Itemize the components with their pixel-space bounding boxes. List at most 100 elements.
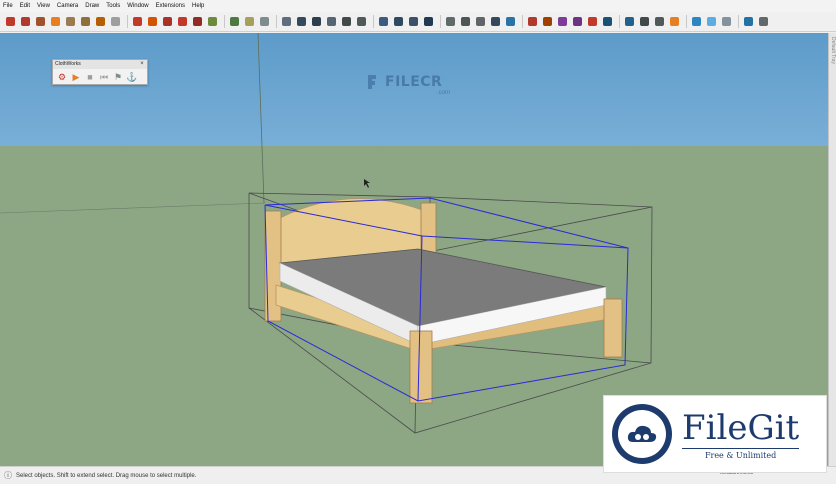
red-axis-line xyxy=(0,202,266,214)
settings-gear-button[interactable] xyxy=(757,15,770,28)
menu-draw[interactable]: Draw xyxy=(85,0,99,12)
3d-text-button[interactable] xyxy=(295,15,308,28)
pin-vertices-button[interactable]: ⚑ xyxy=(112,71,124,83)
clothworks-title-text: ClothWorks xyxy=(55,61,81,67)
top-view-button[interactable] xyxy=(392,15,405,28)
eraser-tool-icon xyxy=(51,17,60,26)
menu-edit[interactable]: Edit xyxy=(20,0,30,12)
push-pull-tool-button[interactable] xyxy=(131,15,144,28)
warehouse-button[interactable] xyxy=(340,15,353,28)
stop-simulation-button[interactable]: ■ xyxy=(84,71,96,83)
filecr-logo-icon xyxy=(368,75,376,89)
menu-file[interactable]: File xyxy=(3,0,13,12)
menu-help[interactable]: Help xyxy=(192,0,204,12)
walk-tool-button[interactable] xyxy=(638,15,651,28)
close-icon[interactable]: × xyxy=(139,61,145,67)
offset-tool-button[interactable] xyxy=(191,15,204,28)
position-camera-icon xyxy=(625,17,634,26)
pan-tool-button[interactable] xyxy=(541,15,554,28)
paint-bucket-button[interactable] xyxy=(310,15,323,28)
toolbar-separator xyxy=(619,15,620,28)
styles-icon xyxy=(722,17,731,26)
xray-style-button[interactable] xyxy=(444,15,457,28)
previous-view-icon xyxy=(603,17,612,26)
iso-view-icon xyxy=(379,17,388,26)
look-around-icon xyxy=(655,17,664,26)
text-tool-button[interactable] xyxy=(258,15,271,28)
iso-view-button[interactable] xyxy=(377,15,390,28)
look-around-button[interactable] xyxy=(653,15,666,28)
play-simulation-button[interactable]: ▶ xyxy=(70,71,82,83)
rectangle-tool-icon xyxy=(66,17,75,26)
menu-view[interactable]: View xyxy=(37,0,50,12)
rotate-tool-button[interactable] xyxy=(161,15,174,28)
zoom-extents-button[interactable] xyxy=(586,15,599,28)
polygon-tool-button[interactable] xyxy=(94,15,107,28)
default-tray-strip[interactable]: Default Tray xyxy=(828,33,836,466)
textured-style-icon xyxy=(506,17,515,26)
previous-view-button[interactable] xyxy=(601,15,614,28)
solid-tools-icon xyxy=(744,17,753,26)
textured-style-button[interactable] xyxy=(504,15,517,28)
freehand-tool-button[interactable] xyxy=(109,15,122,28)
dimension-tool-icon xyxy=(230,17,239,26)
styles-button[interactable] xyxy=(720,15,733,28)
rectangle-tool-button[interactable] xyxy=(64,15,77,28)
bed-post-front-right xyxy=(603,298,623,358)
tape-measure-button[interactable] xyxy=(206,15,219,28)
reset-simulation-button[interactable]: ⏮ xyxy=(98,71,110,83)
info-icon[interactable]: ⓘ xyxy=(4,470,12,481)
circle-tool-button[interactable] xyxy=(79,15,92,28)
line-tool-button[interactable] xyxy=(19,15,32,28)
zoom-window-icon xyxy=(573,17,582,26)
cloth-properties-button[interactable]: ⚓ xyxy=(126,71,138,83)
axes-tool-icon xyxy=(282,17,291,26)
shaded-style-button[interactable] xyxy=(489,15,502,28)
menu-window[interactable]: Window xyxy=(127,0,148,12)
bed-post-back-right xyxy=(420,202,437,256)
toolbar-separator xyxy=(373,15,374,28)
solid-tools-button[interactable] xyxy=(742,15,755,28)
arc-tool-icon xyxy=(36,17,45,26)
pin-vertices-icon: ⚑ xyxy=(113,71,123,82)
protractor-icon xyxy=(245,17,254,26)
move-tool-button[interactable] xyxy=(146,15,159,28)
components-button[interactable] xyxy=(325,15,338,28)
section-plane-icon xyxy=(670,17,679,26)
toolbar-separator xyxy=(224,15,225,28)
select-tool-button[interactable] xyxy=(4,15,17,28)
cloth-setup-button[interactable]: ⚙ xyxy=(56,71,68,83)
right-view-button[interactable] xyxy=(422,15,435,28)
menu-camera[interactable]: Camera xyxy=(57,0,78,12)
cloud-icon xyxy=(627,425,657,442)
axes-tool-button[interactable] xyxy=(280,15,293,28)
clothworks-toolbar[interactable]: ClothWorks × ⚙ ▶ ■ ⏮ ⚑ ⚓ xyxy=(52,59,148,85)
scale-tool-button[interactable] xyxy=(176,15,189,28)
status-text: Select objects. Shift to extend select. … xyxy=(16,472,197,479)
eraser-tool-button[interactable] xyxy=(49,15,62,28)
toolbar-separator xyxy=(738,15,739,28)
menu-tools[interactable]: Tools xyxy=(106,0,120,12)
extension-warehouse-icon xyxy=(357,17,366,26)
zoom-window-button[interactable] xyxy=(571,15,584,28)
menu-extensions[interactable]: Extensions xyxy=(156,0,185,12)
arc-tool-button[interactable] xyxy=(34,15,47,28)
protractor-button[interactable] xyxy=(243,15,256,28)
section-plane-button[interactable] xyxy=(668,15,681,28)
front-view-button[interactable] xyxy=(407,15,420,28)
section-display-button[interactable] xyxy=(690,15,703,28)
main-toolbar xyxy=(0,12,836,32)
orbit-tool-button[interactable] xyxy=(526,15,539,28)
filegit-logo-icon xyxy=(612,404,672,464)
zoom-tool-icon xyxy=(558,17,567,26)
hidden-line-style-button[interactable] xyxy=(474,15,487,28)
dimension-tool-button[interactable] xyxy=(228,15,241,28)
zoom-tool-button[interactable] xyxy=(556,15,569,28)
wireframe-style-button[interactable] xyxy=(459,15,472,28)
reset-simulation-icon: ⏮ xyxy=(99,71,109,82)
position-camera-button[interactable] xyxy=(623,15,636,28)
clothworks-title: ClothWorks × xyxy=(53,60,147,69)
extension-warehouse-button[interactable] xyxy=(355,15,368,28)
section-cuts-button[interactable] xyxy=(705,15,718,28)
right-view-icon xyxy=(424,17,433,26)
